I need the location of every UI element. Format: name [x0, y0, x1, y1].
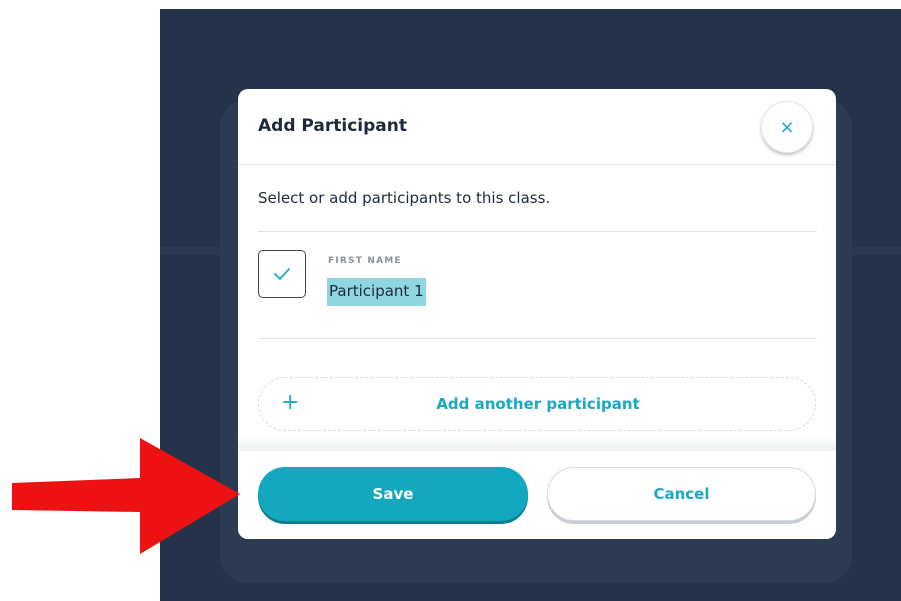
add-participant-modal: Add Participant × Select or add particip…: [238, 89, 836, 539]
save-button[interactable]: Save: [258, 467, 528, 521]
checkmark-icon: [274, 268, 290, 280]
close-button[interactable]: ×: [761, 101, 813, 153]
divider: [258, 338, 817, 339]
modal-footer: Save Cancel: [238, 451, 836, 539]
first-name-label: FIRST NAME: [328, 256, 402, 266]
first-name-value[interactable]: Participant 1: [327, 278, 426, 306]
divider: [258, 231, 817, 232]
cancel-button[interactable]: Cancel: [547, 467, 816, 521]
close-icon: ×: [779, 116, 795, 138]
modal-title: Add Participant: [258, 116, 407, 136]
instructions-text: Select or add participants to this class…: [258, 189, 551, 207]
participant-checkbox[interactable]: [258, 250, 306, 298]
modal-header: Add Participant ×: [238, 89, 836, 165]
add-another-label: Add another participant: [436, 395, 640, 413]
add-another-participant-button[interactable]: + Add another participant: [258, 377, 816, 431]
red-arrow-icon: [12, 438, 240, 554]
footer-separator: [238, 437, 836, 451]
